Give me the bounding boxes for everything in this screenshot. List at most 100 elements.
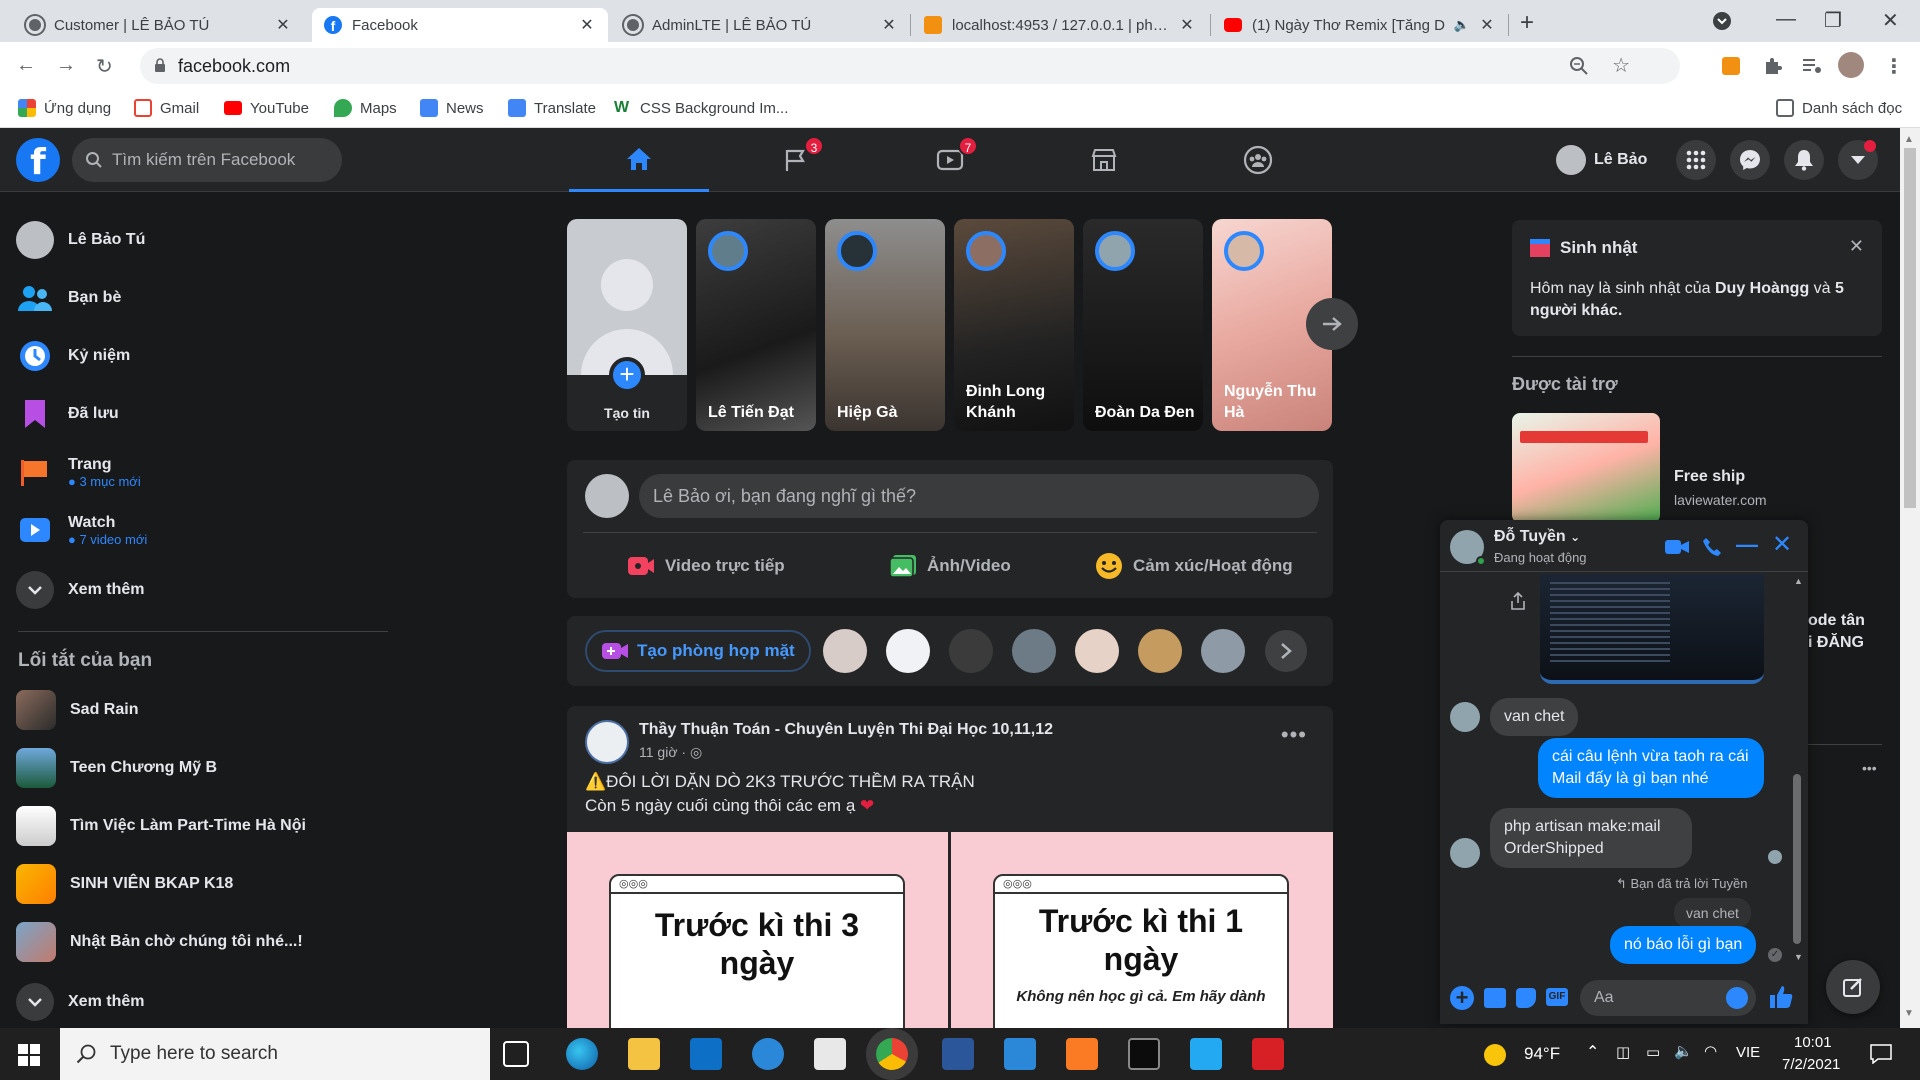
nav-groups-tab[interactable] [1188, 128, 1328, 192]
photo-video-button[interactable]: Ảnh/Video [889, 546, 1011, 586]
tab-adminlte[interactable]: AdminLTE | LÊ BẢO TÚ ✕ [612, 8, 910, 42]
rooms-next-button[interactable] [1265, 630, 1307, 672]
sidebar-see-more[interactable]: Xem thêm [16, 564, 144, 616]
story-card[interactable]: Lê Tiến Đạt [696, 219, 816, 431]
edge-icon[interactable] [566, 1038, 598, 1070]
word-icon[interactable] [942, 1038, 974, 1070]
add-attachment-icon[interactable]: + [1450, 986, 1474, 1010]
extension-icon[interactable] [1722, 57, 1740, 75]
chrome-menu-icon[interactable]: ⋮ [1884, 54, 1904, 79]
new-message-button[interactable] [1826, 960, 1880, 1014]
close-icon[interactable]: ✕ [1478, 15, 1496, 35]
contacts-options-icon[interactable]: ••• [1862, 760, 1877, 776]
bookmark-youtube[interactable]: YouTube [224, 96, 309, 120]
room-contact-avatar[interactable] [823, 629, 867, 673]
app-icon[interactable] [814, 1038, 846, 1070]
reading-list-button[interactable]: Danh sách đọc [1776, 96, 1902, 120]
sidebar-item-profile[interactable]: Lê Bảo Tú [16, 214, 145, 266]
post-author[interactable]: Thầy Thuận Toán - Chuyên Luyện Thi Đại H… [639, 721, 1053, 739]
vscode-icon[interactable] [1190, 1038, 1222, 1070]
tray-icon[interactable]: ◫ [1616, 1043, 1630, 1061]
language-indicator[interactable]: VIE [1736, 1044, 1760, 1061]
room-contact-avatar[interactable] [1138, 629, 1182, 673]
account-button[interactable] [1838, 140, 1878, 180]
media-control-icon[interactable] [1800, 54, 1824, 78]
avatar[interactable] [585, 720, 629, 764]
close-icon[interactable]: ✕ [1849, 236, 1864, 257]
bookmark-apps[interactable]: Ứng dụng [18, 96, 111, 120]
ad2-title[interactable]: i ĐĂNG [1808, 634, 1864, 652]
zoom-icon[interactable] [1570, 57, 1588, 75]
app-icon[interactable] [752, 1038, 784, 1070]
close-window-button[interactable]: ✕ [1882, 8, 1899, 33]
thumbs-up-icon[interactable] [1768, 984, 1794, 1010]
phone-call-icon[interactable] [1702, 537, 1722, 557]
task-view-icon[interactable] [503, 1041, 529, 1067]
facebook-search-input[interactable]: Tìm kiếm trên Facebook [72, 138, 342, 182]
sidebar-item-friends[interactable]: Bạn bè [16, 272, 121, 324]
shortcut-item[interactable]: Sad Rain [16, 684, 138, 736]
windows-start-icon[interactable] [18, 1044, 40, 1066]
weather-sun-icon[interactable] [1484, 1044, 1506, 1066]
sidebar-item-memories[interactable]: Kỷ niệm [16, 330, 130, 382]
address-bar[interactable]: facebook.com ☆ [140, 48, 1680, 84]
chat-message-outgoing[interactable]: nó báo lỗi gì bạn [1610, 926, 1757, 964]
gif-icon[interactable]: GIF [1546, 988, 1568, 1006]
reload-button[interactable]: ↻ [96, 54, 113, 79]
chrome-icon[interactable] [876, 1038, 908, 1070]
file-explorer-icon[interactable] [628, 1038, 660, 1070]
bookmark-news[interactable]: News [420, 96, 484, 120]
close-chat-button[interactable]: ✕ [1772, 530, 1792, 559]
minimize-button[interactable]: — [1776, 8, 1796, 31]
create-room-button[interactable]: Tạo phòng họp mặt [585, 630, 811, 672]
bookmark-css-background[interactable]: W CSS Background Im... [614, 96, 788, 120]
battery-icon[interactable]: ▭ [1646, 1043, 1660, 1061]
sidebar-item-saved[interactable]: Đã lưu [16, 388, 119, 440]
page-scrollbar[interactable]: ▲ ▼ [1900, 128, 1920, 1028]
chat-quoted-message[interactable]: van chet [1674, 898, 1751, 928]
close-icon[interactable]: ✕ [880, 15, 898, 35]
tab-phpmyadmin[interactable]: localhost:4953 / 127.0.0.1 | phpM ✕ [912, 8, 1208, 42]
taskbar-search-input[interactable]: Type here to search [60, 1028, 490, 1080]
ad-title[interactable]: Free ship [1674, 468, 1745, 486]
chat-header[interactable]: Đỗ Tuyền ⌄ Đang hoạt động — ✕ [1440, 520, 1808, 572]
weather-temperature[interactable]: 94°F [1524, 1044, 1560, 1064]
tab-search-button[interactable] [1712, 11, 1732, 31]
notifications-button[interactable] [1784, 140, 1824, 180]
nav-home-tab[interactable] [569, 128, 709, 192]
chat-message-incoming[interactable]: van chet [1490, 698, 1579, 736]
sticker-icon[interactable] [1516, 988, 1536, 1008]
create-story-card[interactable]: + Tạo tin [567, 219, 687, 431]
emoji-icon[interactable] [1726, 987, 1748, 1009]
shortcut-item[interactable]: Tìm Việc Làm Part-Time Hà Nội [16, 800, 306, 852]
ad-url[interactable]: laviewater.com [1674, 492, 1767, 508]
volume-icon[interactable]: 🔈 [1674, 1042, 1693, 1060]
profile-chip[interactable]: Lê Bảo [1556, 140, 1647, 180]
close-icon[interactable]: ✕ [578, 15, 596, 35]
bookmark-gmail[interactable]: Gmail [134, 96, 199, 120]
tab-youtube[interactable]: (1) Ngày Thơ Remix [Tăng D 🔈 ✕ [1212, 8, 1508, 42]
puzzle-extensions-icon[interactable] [1762, 54, 1786, 78]
notification-center-icon[interactable] [1870, 1044, 1892, 1064]
room-contact-avatar[interactable] [1201, 629, 1245, 673]
shortcut-see-more[interactable]: Xem thêm [16, 976, 144, 1028]
bookmark-translate[interactable]: Translate [508, 96, 596, 120]
tab-facebook[interactable]: f Facebook ✕ [312, 8, 608, 42]
maximize-button[interactable]: ❐ [1824, 8, 1842, 33]
wifi-icon[interactable]: ◠ [1704, 1042, 1717, 1060]
ad-image[interactable] [1512, 413, 1660, 523]
chat-message-input[interactable]: Aa [1580, 980, 1756, 1016]
facebook-logo[interactable]: f [16, 138, 60, 183]
stories-next-button[interactable] [1306, 298, 1358, 350]
menu-button[interactable] [1676, 140, 1716, 180]
ad2-title[interactable]: ode tân [1808, 612, 1865, 630]
video-call-icon[interactable] [1664, 538, 1690, 556]
chat-scrollbar[interactable]: ▲ ▼ [1790, 574, 1804, 966]
clock-date[interactable]: 7/2/2021 [1782, 1056, 1840, 1073]
photo-icon[interactable] [1484, 988, 1506, 1008]
shared-image[interactable] [1540, 574, 1764, 684]
new-tab-button[interactable]: + [1520, 9, 1534, 37]
bookmark-maps[interactable]: Maps [334, 96, 397, 120]
minimize-chat-button[interactable]: — [1736, 532, 1758, 558]
room-contact-avatar[interactable] [1012, 629, 1056, 673]
